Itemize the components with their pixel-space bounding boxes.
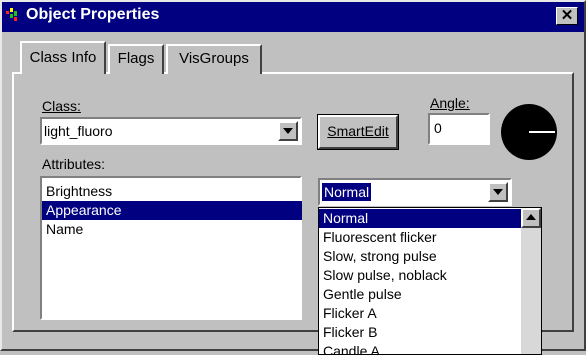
dropdown-option[interactable]: Flicker A <box>319 304 523 323</box>
class-dropdown-button[interactable] <box>278 121 298 141</box>
dropdown-option[interactable]: Slow, strong pulse <box>319 247 523 266</box>
attribute-item[interactable]: Appearance <box>42 201 302 220</box>
angle-input[interactable]: 0 <box>428 113 490 145</box>
angle-dial[interactable] <box>500 103 558 161</box>
chevron-down-icon <box>493 189 503 195</box>
value-dropdown-button[interactable] <box>488 182 508 202</box>
value-dropdown-list: Normal Fluorescent flicker Slow, strong pu… <box>318 207 542 355</box>
chevron-down-icon <box>283 128 293 134</box>
angle-value: 0 <box>434 120 442 136</box>
value-combo-text: Normal <box>322 183 372 201</box>
dropdown-option[interactable]: Fluorescent flicker <box>319 228 523 247</box>
class-combo[interactable]: light_fluoro <box>40 117 302 145</box>
scroll-up-button[interactable] <box>521 208 541 228</box>
smartedit-button[interactable]: SmartEdit <box>317 114 399 150</box>
tab-visgroups[interactable]: VisGroups <box>166 44 262 74</box>
angle-label: Angle: <box>430 95 470 111</box>
tab-class-info[interactable]: Class Info <box>20 41 106 74</box>
close-icon: ✕ <box>560 7 574 24</box>
smartedit-label: SmartEdit <box>327 123 389 139</box>
attributes-label: Attributes: <box>42 156 106 172</box>
tab-flags[interactable]: Flags <box>108 44 164 74</box>
chevron-up-icon <box>526 214 536 220</box>
attribute-item[interactable]: Brightness <box>42 182 302 201</box>
app-icon <box>6 8 17 21</box>
window-title: Object Properties <box>26 6 160 23</box>
dropdown-option[interactable]: Gentle pulse <box>319 285 523 304</box>
attribute-item[interactable]: Name <box>42 220 302 239</box>
dropdown-option[interactable]: Normal <box>319 209 523 228</box>
value-combo[interactable]: Normal <box>318 178 512 206</box>
class-value: light_fluoro <box>44 123 113 139</box>
dropdown-options: Normal Fluorescent flicker Slow, strong pu… <box>319 208 523 354</box>
dropdown-option[interactable]: Flicker B <box>319 323 523 342</box>
close-button[interactable]: ✕ <box>556 7 578 25</box>
class-label: Class: <box>42 98 81 114</box>
attributes-list[interactable]: Brightness Appearance Name <box>40 176 302 320</box>
dropdown-option[interactable]: Slow pulse, noblack <box>319 266 523 285</box>
dropdown-scrollbar[interactable] <box>521 208 541 354</box>
dropdown-option[interactable]: Candle A <box>319 342 523 354</box>
